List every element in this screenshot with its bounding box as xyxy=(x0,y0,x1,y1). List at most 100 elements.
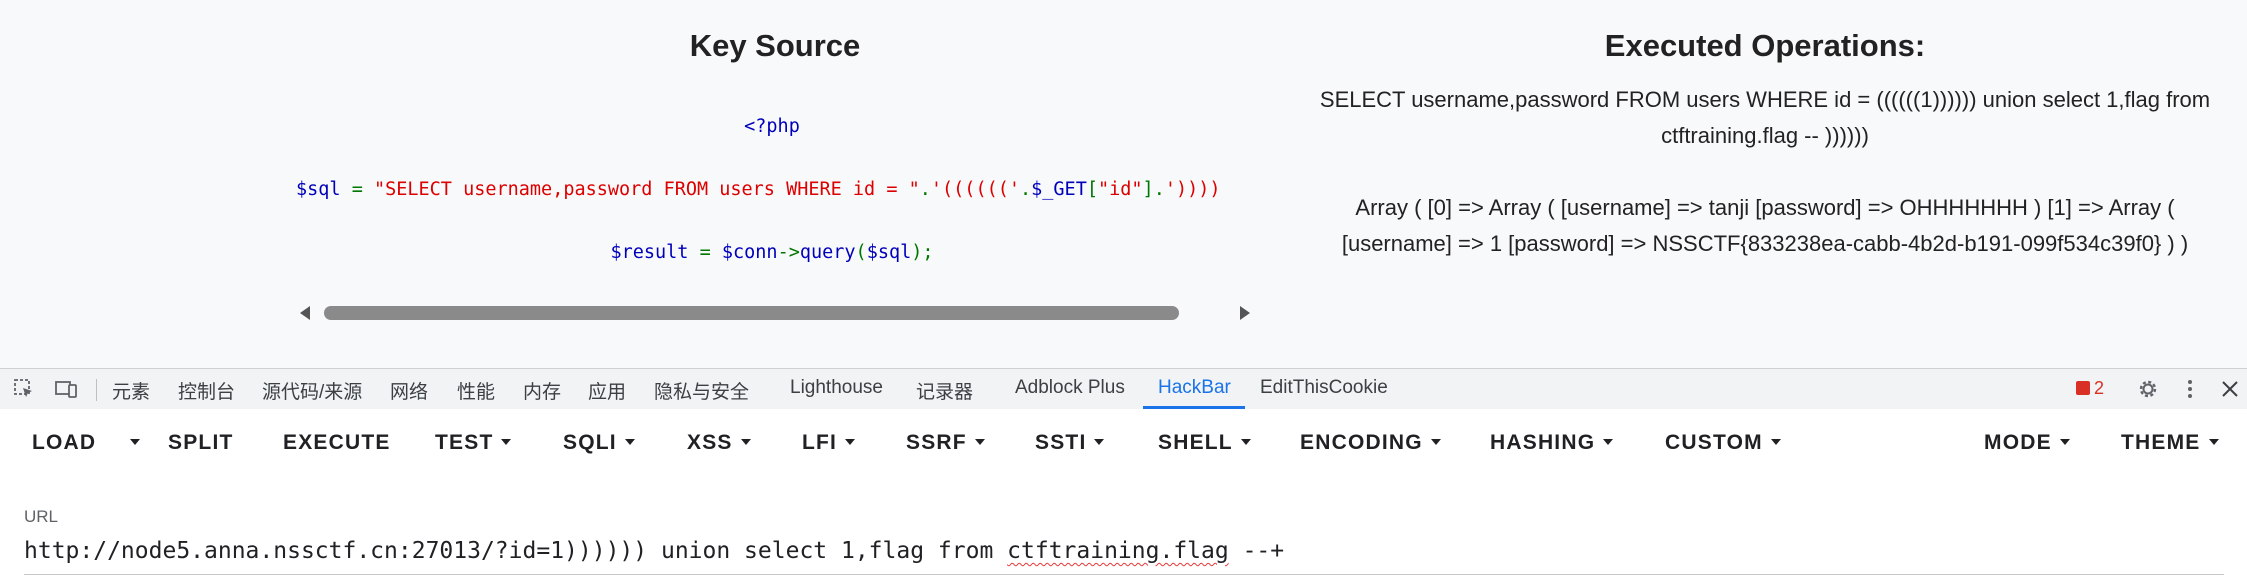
chevron-down-icon xyxy=(501,439,512,445)
ssrf-label: SSRF xyxy=(906,431,967,454)
executed-operations-panel: Executed Operations: SELECT username,pas… xyxy=(1290,0,2240,368)
key-source-heading: Key Source xyxy=(689,28,861,63)
ssti-label: SSTI xyxy=(1035,431,1087,454)
code-token: $sql xyxy=(866,242,912,263)
ssrf-menu-button[interactable]: SSRF xyxy=(906,431,985,455)
spellcheck-flagged-text: ctftraining.flag xyxy=(1007,538,1229,564)
theme-menu-button[interactable]: THEME xyxy=(2121,431,2219,455)
chevron-down-icon xyxy=(1770,439,1781,445)
tab-lighthouse[interactable]: Lighthouse xyxy=(790,377,883,399)
tab-privacy-security[interactable]: 隐私与安全 xyxy=(654,377,749,404)
code-token: query xyxy=(799,242,856,263)
code-token: $sql xyxy=(296,179,341,200)
code-token: ( xyxy=(855,242,867,263)
chevron-down-icon xyxy=(2059,439,2070,445)
chevron-down-icon xyxy=(740,439,751,445)
code-token: . xyxy=(1153,179,1165,200)
tab-editthiscookie[interactable]: EditThisCookie xyxy=(1260,377,1388,399)
inspect-element-icon[interactable] xyxy=(12,377,36,401)
close-icon[interactable] xyxy=(2218,377,2242,401)
sqli-menu-button[interactable]: SQLI xyxy=(563,431,635,455)
chevron-down-icon xyxy=(1430,439,1441,445)
code-horizontal-scrollbar[interactable] xyxy=(300,304,1250,322)
code-token: . xyxy=(919,179,931,200)
tab-network[interactable]: 网络 xyxy=(390,377,428,404)
chevron-down-icon xyxy=(130,439,140,445)
hackbar-toolbar: LOAD SPLIT EXECUTE TEST SQLI XSS LFI SSR… xyxy=(0,409,2247,484)
chevron-down-icon xyxy=(1240,439,1251,445)
test-menu-button[interactable]: TEST xyxy=(435,431,512,455)
gear-icon[interactable] xyxy=(2136,377,2160,401)
split-button[interactable]: SPLIT xyxy=(168,431,234,455)
chevron-down-icon xyxy=(1094,439,1105,445)
hashing-label: HASHING xyxy=(1490,431,1596,454)
shell-label: SHELL xyxy=(1158,431,1233,454)
code-token: "id" xyxy=(1097,179,1143,200)
query-line: ctftraining.flag -- )))))) xyxy=(1661,123,1869,148)
code-token: -> xyxy=(777,242,800,263)
chevron-down-icon xyxy=(2208,439,2219,445)
scrollbar-thumb[interactable] xyxy=(324,306,1179,320)
error-count-badge[interactable]: 2 xyxy=(2076,378,2104,399)
execute-button[interactable]: EXECUTE xyxy=(283,431,391,455)
mode-label: MODE xyxy=(1984,431,2052,454)
code-token: $_GET xyxy=(1031,179,1087,200)
chevron-down-icon xyxy=(845,439,856,445)
query-result-text: Array ( [0] => Array ( [username] => tan… xyxy=(1290,190,2240,262)
tab-memory[interactable]: 内存 xyxy=(523,377,561,404)
chevron-down-icon xyxy=(1603,439,1614,445)
lfi-menu-button[interactable]: LFI xyxy=(802,431,856,455)
code-token: . xyxy=(1020,179,1032,200)
tab-elements[interactable]: 元素 xyxy=(112,377,150,404)
url-input[interactable]: http://node5.anna.nssctf.cn:27013/?id=1)… xyxy=(24,538,2224,575)
load-dropdown-button[interactable] xyxy=(122,431,140,455)
custom-label: CUSTOM xyxy=(1665,431,1763,454)
custom-menu-button[interactable]: CUSTOM xyxy=(1665,431,1781,455)
source-code-block: <?php $sql = "SELECT username,password F… xyxy=(292,100,1252,330)
more-options-icon[interactable] xyxy=(2178,377,2202,401)
query-line: SELECT username,password FROM users WHER… xyxy=(1319,87,2211,112)
code-line-php-open: <?php xyxy=(744,116,800,137)
test-label: TEST xyxy=(435,431,494,454)
code-token: $result xyxy=(610,242,689,263)
code-line-sql: $sql = "SELECT username,password FROM us… xyxy=(296,179,1252,200)
chevron-down-icon xyxy=(974,439,985,445)
code-token: = xyxy=(340,179,374,200)
error-count: 2 xyxy=(2094,378,2105,398)
device-toolbar-icon[interactable] xyxy=(54,377,78,401)
xss-label: XSS xyxy=(687,431,733,454)
executed-query-text: SELECT username,password FROM users WHER… xyxy=(1290,82,2240,154)
devtools-tab-bar: 元素 控制台 源代码/来源 网络 性能 内存 应用 隐私与安全 Lighthou… xyxy=(0,368,2247,410)
encoding-label: ENCODING xyxy=(1300,431,1423,454)
tab-console[interactable]: 控制台 xyxy=(178,377,235,404)
ssti-menu-button[interactable]: SSTI xyxy=(1035,431,1105,455)
url-field-label: URL xyxy=(24,507,59,526)
hashing-menu-button[interactable]: HASHING xyxy=(1490,431,1614,455)
tab-sources[interactable]: 源代码/来源 xyxy=(262,377,362,404)
encoding-menu-button[interactable]: ENCODING xyxy=(1300,431,1441,455)
code-token: $conn xyxy=(721,242,778,263)
mode-menu-button[interactable]: MODE xyxy=(1984,431,2070,455)
url-text: --+ xyxy=(1228,538,1285,564)
tab-adblock-plus[interactable]: Adblock Plus xyxy=(1015,377,1125,399)
scroll-left-arrow-icon[interactable] xyxy=(300,306,310,320)
scroll-right-arrow-icon[interactable] xyxy=(1240,306,1250,320)
error-icon xyxy=(2076,381,2090,395)
lfi-label: LFI xyxy=(802,431,838,454)
load-button[interactable]: LOAD xyxy=(32,431,96,455)
tab-application[interactable]: 应用 xyxy=(588,377,626,404)
web-page-content: Key Source <?php $sql = "SELECT username… xyxy=(0,0,2247,368)
tab-performance[interactable]: 性能 xyxy=(457,377,495,404)
sqli-label: SQLI xyxy=(563,431,617,454)
code-token: = xyxy=(688,242,722,263)
url-text: http://node5.anna.nssctf.cn:27013/?id=1)… xyxy=(24,538,1008,564)
executed-operations-heading: Executed Operations: xyxy=(1604,28,1926,63)
code-token: '((((((' xyxy=(930,179,1020,200)
shell-menu-button[interactable]: SHELL xyxy=(1158,431,1251,455)
tab-recorder[interactable]: 记录器 xyxy=(916,377,973,404)
tab-hackbar[interactable]: HackBar xyxy=(1158,377,1231,399)
chevron-down-icon xyxy=(624,439,635,445)
code-token: ')))) xyxy=(1164,179,1221,200)
xss-menu-button[interactable]: XSS xyxy=(687,431,751,455)
result-line: Array ( [0] => Array ( [username] => tan… xyxy=(1355,195,2175,220)
